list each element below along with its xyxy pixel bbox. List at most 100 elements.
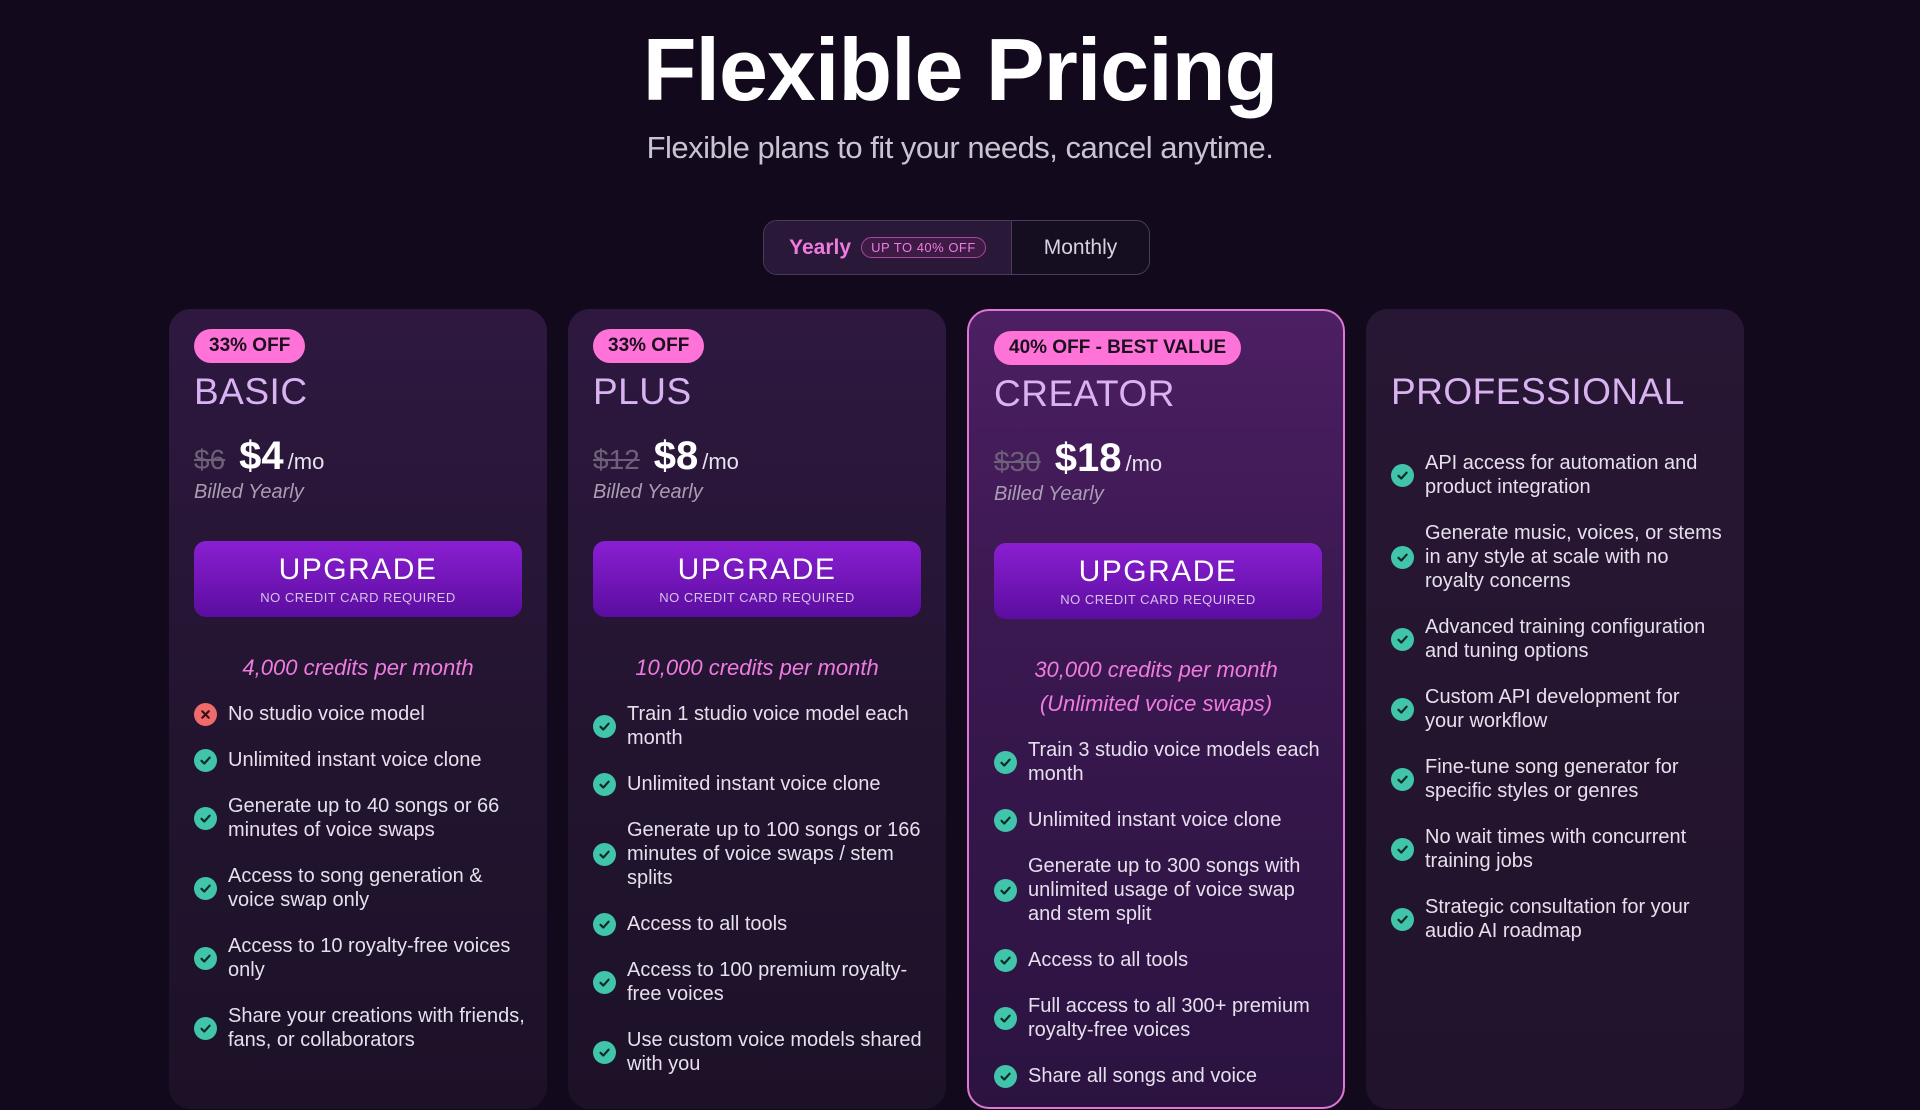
price-row: $12 $8 /mo (593, 434, 739, 479)
feature-text: API access for automation and product in… (1425, 452, 1698, 498)
feature-item: Custom API development for your workflow (1391, 685, 1724, 733)
feature-text: Generate up to 300 songs with unlimited … (1028, 855, 1301, 925)
feature-item: Advanced training configuration and tuni… (1391, 615, 1724, 663)
plan-card-creator: 40% OFF - BEST VALUE CREATOR $30 $18 /mo… (967, 309, 1345, 1109)
feature-item: Access to song generation & voice swap o… (194, 864, 527, 912)
feature-text: Access to all tools (627, 913, 788, 935)
feature-text: Use custom voice models shared with you (627, 1029, 922, 1075)
feature-text: Generate up to 40 songs or 66 minutes of… (228, 795, 500, 841)
feature-item: No wait times with concurrent training j… (1391, 825, 1724, 873)
feature-text: Train 1 studio voice model each month (627, 703, 909, 749)
feature-item: Access to 10 royalty-free voices only (194, 934, 527, 982)
feature-text: Access to song generation & voice swap o… (228, 865, 483, 911)
yearly-discount-badge: UP TO 40% OFF (861, 237, 986, 258)
check-icon (194, 946, 217, 970)
check-icon (593, 970, 616, 994)
feature-item: Unlimited instant voice clone (194, 748, 527, 772)
plan-name: BASIC (194, 371, 308, 412)
check-icon (1391, 697, 1414, 721)
feature-text: Access to 10 royalty-free voices only (228, 935, 511, 981)
cross-icon (194, 702, 217, 726)
feature-item: Generate up to 40 songs or 66 minutes of… (194, 794, 527, 842)
feature-item: Generate music, voices, or stems in any … (1391, 521, 1724, 593)
feature-item: Share your creations with friends, fans,… (194, 1004, 527, 1052)
billing-note: Billed Yearly (994, 483, 1104, 505)
price-row: $30 $18 /mo (994, 436, 1162, 481)
feature-item: API access for automation and product in… (1391, 451, 1724, 499)
feature-item: Access to all tools (593, 912, 926, 936)
credits-text: 30,000 credits per month (Unlimited voic… (969, 653, 1343, 721)
feature-list: Train 1 studio voice model each month Unl… (593, 702, 926, 1098)
feature-text: Share all songs and voice (1028, 1065, 1258, 1087)
check-icon (1391, 463, 1414, 487)
feature-text: Generate music, voices, or stems in any … (1425, 522, 1722, 592)
check-icon (194, 806, 217, 830)
upgrade-button-plus[interactable]: UPGRADE NO CREDIT CARD REQUIRED (593, 541, 921, 617)
check-icon (593, 714, 616, 738)
feature-item: Train 3 studio voice models each month (994, 738, 1323, 786)
credits-amount: 4,000 credits per month (242, 655, 474, 680)
plan-name: PROFESSIONAL (1391, 371, 1685, 412)
feature-text: Advanced training configuration and tuni… (1425, 616, 1706, 662)
check-icon (1391, 767, 1414, 791)
current-price: $4 (239, 434, 284, 478)
plan-name: CREATOR (994, 373, 1175, 414)
current-price: $18 (1054, 436, 1122, 480)
check-icon (194, 748, 217, 772)
feature-list: API access for automation and product in… (1391, 451, 1724, 965)
feature-list: No studio voice model Unlimited instant v… (194, 702, 527, 1074)
price-unit: /mo (287, 449, 325, 474)
billing-toggle: Yearly UP TO 40% OFF Monthly (763, 220, 1150, 275)
feature-text: Unlimited instant voice clone (627, 773, 881, 795)
discount-badge: 33% OFF (593, 329, 705, 363)
check-icon (994, 948, 1017, 972)
check-icon (593, 772, 616, 796)
feature-item: Share all songs and voice (994, 1064, 1323, 1088)
check-icon (1391, 837, 1414, 861)
check-icon (194, 1016, 217, 1040)
price-unit: /mo (1125, 451, 1163, 476)
check-icon (994, 1064, 1017, 1088)
feature-text: Unlimited instant voice clone (228, 749, 482, 771)
credits-amount: 10,000 credits per month (635, 655, 879, 680)
check-icon (593, 1040, 616, 1064)
feature-item: Generate up to 100 songs or 166 minutes … (593, 818, 926, 890)
feature-item: Fine-tune song generator for specific st… (1391, 755, 1724, 803)
upgrade-button-subtext: NO CREDIT CARD REQUIRED (659, 589, 855, 605)
upgrade-button-label: UPGRADE (677, 552, 837, 586)
credits-text: 10,000 credits per month (568, 651, 946, 685)
original-price: $30 (994, 446, 1041, 477)
toggle-monthly-option[interactable]: Monthly (1012, 221, 1149, 274)
check-icon (994, 878, 1017, 902)
credits-extra: (Unlimited voice swaps) (1039, 691, 1273, 716)
feature-item: Generate up to 300 songs with unlimited … (994, 854, 1323, 926)
upgrade-button-subtext: NO CREDIT CARD REQUIRED (1060, 591, 1256, 607)
discount-badge: 33% OFF (194, 329, 306, 363)
feature-text: Access to all tools (1028, 949, 1189, 971)
check-icon (994, 1006, 1017, 1030)
check-icon (994, 750, 1017, 774)
upgrade-button-label: UPGRADE (278, 552, 438, 586)
feature-text: Custom API development for your workflow (1425, 686, 1680, 732)
toggle-yearly-option[interactable]: Yearly UP TO 40% OFF (764, 221, 1012, 274)
upgrade-button-label: UPGRADE (1078, 554, 1238, 588)
feature-text: No studio voice model (228, 703, 425, 725)
credits-amount: 30,000 credits per month (1034, 657, 1278, 682)
toggle-yearly-label: Yearly (789, 235, 852, 259)
feature-text: Share your creations with friends, fans,… (228, 1005, 525, 1051)
check-icon (1391, 627, 1414, 651)
feature-text: Fine-tune song generator for specific st… (1425, 756, 1679, 802)
feature-text: Access to 100 premium royalty-free voice… (627, 959, 908, 1005)
feature-text: Train 3 studio voice models each month (1028, 739, 1320, 785)
feature-item: Full access to all 300+ premium royalty-… (994, 994, 1323, 1042)
feature-item: No studio voice model (194, 702, 527, 726)
feature-text: Strategic consultation for your audio AI… (1425, 896, 1690, 942)
feature-list: Train 3 studio voice models each month Un… (994, 738, 1323, 1110)
feature-item: Unlimited instant voice clone (593, 772, 926, 796)
feature-item: Access to 100 premium royalty-free voice… (593, 958, 926, 1006)
check-icon (194, 876, 217, 900)
upgrade-button-subtext: NO CREDIT CARD REQUIRED (260, 589, 456, 605)
upgrade-button-creator[interactable]: UPGRADE NO CREDIT CARD REQUIRED (994, 543, 1322, 619)
upgrade-button-basic[interactable]: UPGRADE NO CREDIT CARD REQUIRED (194, 541, 522, 617)
plan-card-plus: 33% OFF PLUS $12 $8 /mo Billed Yearly UP… (568, 309, 946, 1109)
